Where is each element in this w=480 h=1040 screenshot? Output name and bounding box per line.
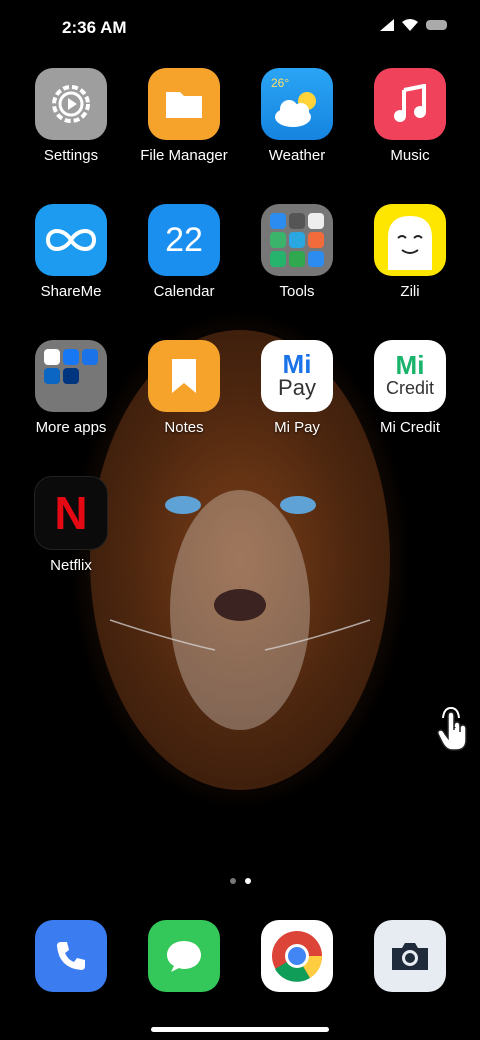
folder-icon (148, 68, 220, 140)
chat-bubble-icon (167, 941, 201, 972)
cell-signal-icon (380, 19, 394, 31)
app-more-apps-folder[interactable]: More apps (15, 340, 127, 436)
phone-icon (57, 942, 85, 970)
mi-pay-logo-top: Mi (282, 349, 312, 379)
gesture-navigation-bar[interactable] (151, 1027, 329, 1032)
app-mi-pay[interactable]: Mi Pay Mi Pay (241, 340, 353, 436)
dock-camera-app[interactable] (374, 920, 446, 992)
app-shareme[interactable]: ShareMe (15, 204, 127, 300)
mi-pay-logo-bottom: Pay (278, 375, 316, 400)
mi-credit-logo-icon: Mi Credit (374, 340, 446, 412)
calendar-date: 22 (165, 220, 203, 259)
app-label: Settings (43, 147, 99, 164)
app-netflix[interactable]: N Netflix (15, 476, 127, 574)
wifi-icon (402, 19, 418, 31)
netflix-logo: N (54, 487, 88, 539)
mi-pay-logo-icon: Mi Pay (261, 340, 333, 412)
bookmark-icon (148, 340, 220, 412)
app-notes[interactable]: Notes (128, 340, 240, 436)
settings-icon (35, 68, 107, 140)
app-label: Music (390, 147, 430, 164)
app-label: Notes (164, 419, 204, 436)
zili-face-icon (374, 204, 446, 276)
app-label: ShareMe (40, 283, 102, 300)
dock-messages-app[interactable] (148, 920, 220, 992)
app-tools-folder[interactable]: Tools (241, 204, 353, 300)
app-music[interactable]: Music (354, 68, 466, 164)
app-mi-credit[interactable]: Mi Credit Mi Credit (354, 340, 466, 436)
app-zili[interactable]: Zili (354, 204, 466, 300)
app-label: Calendar (153, 283, 215, 300)
page-dot-2-active[interactable] (244, 878, 251, 884)
calendar-icon: 22 (148, 204, 220, 276)
music-note-icon (374, 68, 446, 140)
app-file-manager[interactable]: File Manager (128, 68, 240, 164)
app-settings[interactable]: Settings (15, 68, 127, 164)
dock-chrome-app[interactable] (261, 920, 333, 992)
camera-icon (392, 943, 428, 970)
weather-icon: 26° (261, 68, 333, 140)
mi-credit-logo-top: Mi (395, 350, 425, 380)
touch-assistant-icon[interactable] (432, 706, 472, 754)
tools-folder-icon (261, 204, 333, 276)
app-label: Weather (268, 147, 326, 164)
chrome-icon (272, 931, 323, 982)
clock: 2:36 AM (62, 18, 127, 37)
app-label: Mi Pay (274, 419, 320, 436)
app-label: Mi Credit (379, 419, 440, 436)
dock-phone-app[interactable] (35, 920, 107, 992)
app-label: File Manager (140, 147, 228, 164)
status-bar: 2:36 AM (0, 0, 480, 56)
status-icons (380, 19, 448, 31)
app-calendar[interactable]: 22 Calendar (128, 204, 240, 300)
app-label: Zili (400, 283, 420, 300)
infinity-icon (35, 204, 107, 276)
page-indicator (0, 878, 480, 884)
app-label: More apps (35, 419, 107, 436)
weather-temp: 26° (271, 76, 290, 90)
app-label: Tools (279, 283, 315, 300)
app-label: Netflix (50, 557, 92, 574)
page-dot-1[interactable] (229, 878, 236, 884)
app-weather[interactable]: 26° Weather (241, 68, 353, 164)
more-apps-folder-icon (35, 340, 107, 412)
battery-icon (426, 20, 447, 30)
mi-credit-logo-bottom: Credit (385, 378, 434, 398)
netflix-logo-icon: N (34, 476, 108, 550)
